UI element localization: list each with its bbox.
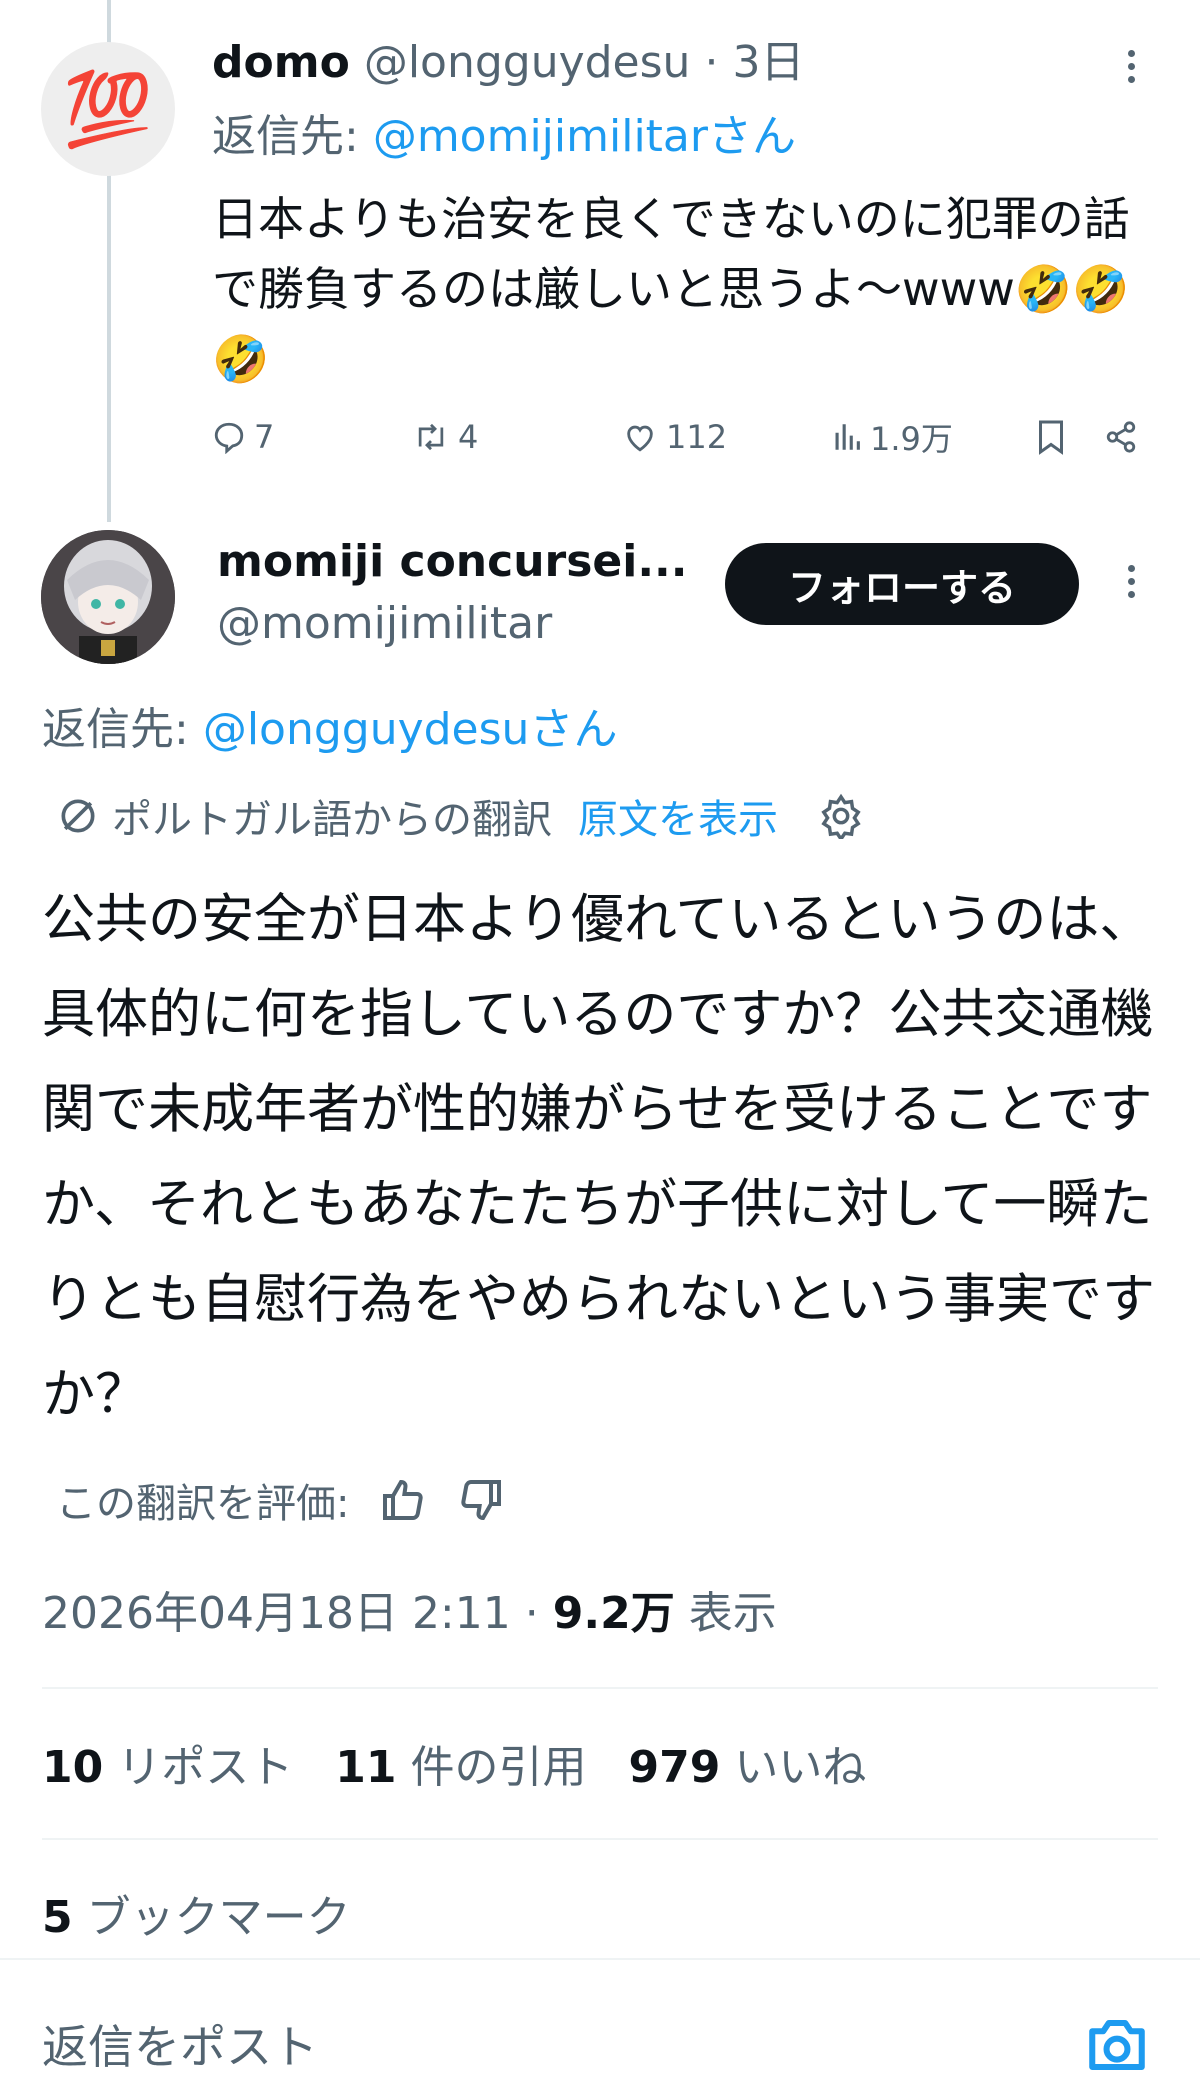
- translate-icon: [61, 799, 95, 833]
- rate-translation-bar: この翻訳を評価:: [56, 1470, 505, 1530]
- divider-2: [42, 1838, 1158, 1840]
- parent-time[interactable]: 3日: [732, 37, 804, 88]
- heart-icon: [627, 425, 653, 452]
- parent-more-icon[interactable]: [1128, 50, 1136, 89]
- reposts-stat-count: 10: [42, 1742, 104, 1793]
- bookmarks-stat-count: 5: [42, 1892, 73, 1943]
- camera-icon: [1089, 2019, 1145, 2071]
- views-action[interactable]: 1.9万: [832, 416, 953, 458]
- reply-count: 7: [254, 418, 275, 456]
- reply-bar-divider: [0, 1958, 1200, 1960]
- tweet-meta: 2026年04月18日 2:11 · 9.2万 表示: [42, 1584, 777, 1644]
- share-icon: [1106, 421, 1136, 453]
- show-original-link[interactable]: 原文を表示: [578, 787, 778, 845]
- main-handle[interactable]: @momijimilitar: [217, 594, 552, 654]
- avatar-momiji[interactable]: [41, 530, 175, 664]
- main-more-icon[interactable]: [1128, 565, 1136, 604]
- bookmark-action[interactable]: [1036, 416, 1066, 458]
- bookmark-icon: [1039, 420, 1063, 455]
- anime-avatar-image: [41, 530, 175, 664]
- repost-action[interactable]: 4: [412, 416, 478, 458]
- views-count: 1.9万: [870, 420, 953, 458]
- quotes-stat-count: 11: [335, 1742, 397, 1793]
- hundred-points-icon: 💯: [63, 67, 153, 151]
- repost-icon: [418, 423, 444, 451]
- repost-count: 4: [458, 418, 479, 456]
- views-chart-icon: [835, 424, 860, 450]
- tweet-views-label: 表示: [688, 1588, 777, 1639]
- parent-reply-to: 返信先: @momijimilitarさん: [212, 108, 796, 166]
- meta-separator: ·: [524, 1588, 539, 1639]
- like-action[interactable]: 112: [622, 416, 727, 458]
- quotes-stat-label: 件の引用: [410, 1742, 587, 1793]
- parent-display-name[interactable]: domo: [212, 37, 350, 88]
- bookmarks-stat[interactable]: 5 ブックマーク: [42, 1888, 351, 1948]
- reposts-stat[interactable]: 10 リポスト: [42, 1742, 293, 1793]
- thumbs-down-icon[interactable]: [457, 1476, 505, 1524]
- main-display-name[interactable]: momiji concursei...: [217, 532, 688, 592]
- translation-bar: ポルトガル語からの翻訳 原文を表示: [56, 786, 864, 846]
- quotes-stat[interactable]: 11 件の引用: [335, 1742, 586, 1793]
- camera-button[interactable]: [1084, 2012, 1150, 2078]
- gear-icon[interactable]: [818, 793, 864, 839]
- reposts-stat-label: リポスト: [117, 1742, 294, 1793]
- share-action[interactable]: [1104, 416, 1138, 458]
- parent-reply-prefix: 返信先:: [212, 111, 373, 162]
- engagement-stats: 10 リポスト 11 件の引用 979 いいね: [42, 1738, 866, 1798]
- parent-tweet-text: 日本よりも治安を良くできないのに犯罪の話で勝負するのは厳しいと思うよ〜www🤣🤣…: [212, 192, 1130, 386]
- reply-icon: [214, 422, 244, 454]
- main-reply-to-link[interactable]: @longguydesuさん: [203, 704, 618, 755]
- parent-header: domo @longguydesu · 3日: [212, 34, 804, 92]
- likes-stat[interactable]: 979 いいね: [628, 1742, 866, 1793]
- like-count: 112: [666, 418, 728, 456]
- avatar-domo[interactable]: 💯: [41, 42, 175, 176]
- reply-input[interactable]: 返信をポスト: [42, 2016, 318, 2078]
- thumbs-up-icon[interactable]: [379, 1476, 427, 1524]
- likes-stat-label: いいね: [734, 1742, 867, 1793]
- divider-1: [42, 1687, 1158, 1689]
- tweet-views-count: 9.2万: [552, 1588, 675, 1639]
- likes-stat-count: 979: [628, 1742, 721, 1793]
- main-reply-to: 返信先: @longguydesuさん: [42, 700, 617, 760]
- bookmarks-stat-label: ブックマーク: [86, 1892, 351, 1943]
- parent-handle[interactable]: @longguydesu: [364, 37, 691, 88]
- translation-note: ポルトガル語からの翻訳: [112, 797, 552, 843]
- main-reply-prefix: 返信先:: [42, 704, 203, 755]
- reply-action[interactable]: 7: [212, 416, 274, 458]
- parent-reply-to-link[interactable]: @momijimilitarさん: [373, 111, 796, 162]
- tweet-datetime[interactable]: 2026年04月18日 2:11: [42, 1588, 511, 1639]
- rate-translation-label: この翻訳を評価:: [56, 1481, 350, 1527]
- parent-separator: ·: [704, 37, 719, 88]
- follow-button[interactable]: フォローする: [725, 543, 1079, 625]
- main-tweet-text: 公共の安全が日本より優れているというのは、具体的に何を指しているのですか？公共交…: [42, 889, 1155, 1425]
